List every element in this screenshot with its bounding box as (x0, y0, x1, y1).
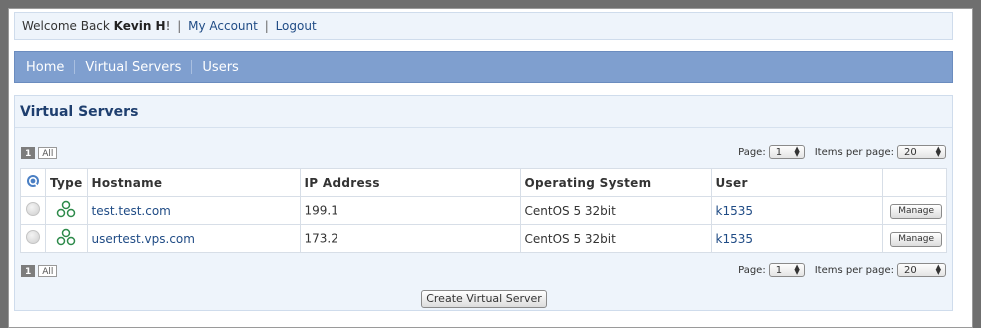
pager-bottom: 1 All Page: 1 ▲ ▼ Items per page: 20 ▲ ▼ (21, 263, 946, 279)
stepper-icon: ▲ ▼ (935, 145, 941, 158)
os-cell: CentOS 5 32bit (519, 196, 712, 225)
ip-address: 173.2 (304, 231, 339, 245)
column-header-actions (881, 168, 948, 197)
create-virtual-server-button[interactable]: Create Virtual Server (421, 290, 547, 308)
pager-controls: Page: 1 ▲ ▼ Items per page: 20 ▲ ▼ (738, 145, 946, 159)
column-header-operating-system: Operating System (519, 168, 712, 197)
page-all[interactable]: All (38, 264, 58, 277)
hostname-cell: usertest.vps.com (86, 224, 301, 253)
nav-home[interactable]: Home (26, 60, 64, 75)
page-label: Page: (738, 264, 766, 276)
panel-title: Virtual Servers (20, 104, 139, 120)
type-cell (45, 196, 88, 225)
column-header-user: User (710, 168, 883, 197)
page-select[interactable]: 1 ▲ ▼ (768, 263, 805, 277)
action-cell: Manage (881, 224, 948, 253)
refresh-header[interactable] (20, 168, 46, 197)
user-link[interactable]: k1535 (716, 232, 754, 246)
manage-button[interactable]: Manage (890, 204, 942, 219)
ip-address: 199.1 (304, 203, 339, 217)
per-page-select[interactable]: 20 ▲ ▼ (897, 263, 946, 277)
per-page-select[interactable]: 20 ▲ ▼ (897, 145, 946, 159)
table-row: usertest.vps.com 173.2 CentOS 5 32bit k1… (20, 224, 948, 253)
user-link[interactable]: k1535 (716, 204, 754, 218)
pager-controls: Page: 1 ▲ ▼ Items per page: 20 ▲ ▼ (738, 263, 946, 277)
manage-button[interactable]: Manage (890, 232, 942, 247)
page-label: Page: (738, 146, 766, 158)
stepper-icon: ▲ ▼ (794, 263, 800, 276)
ip-cell: 173.2 (299, 224, 521, 253)
ip-cell: 199.1 (299, 196, 521, 225)
my-account-link[interactable]: My Account (188, 19, 258, 33)
main-nav: Home Virtual Servers Users (14, 51, 953, 83)
pager-top: 1 All Page: 1 ▲ ▼ Items per page: 20 ▲ ▼ (21, 145, 946, 161)
page-number-current[interactable]: 1 (21, 264, 36, 277)
refresh-icon[interactable] (26, 174, 40, 188)
user-cell: k1535 (710, 196, 883, 225)
nav-separator (191, 60, 193, 74)
status-cell (20, 196, 46, 225)
hostname-link[interactable]: test.test.com (92, 204, 171, 218)
type-cell (45, 224, 88, 253)
status-dot (26, 230, 40, 244)
per-page-label: Items per page: (814, 146, 894, 158)
os-type-icon (57, 228, 76, 246)
nav-virtual-servers[interactable]: Virtual Servers (85, 60, 181, 75)
column-header-hostname: Hostname (86, 168, 301, 197)
stepper-icon: ▲ ▼ (935, 263, 941, 276)
separator: | (177, 19, 182, 33)
hostname-cell: test.test.com (86, 196, 301, 225)
redaction (336, 202, 397, 219)
per-page-select-value: 20 (904, 264, 917, 276)
page-select-value: 1 (775, 264, 783, 276)
table-header-row: Type Hostname IP Address Operating Syste… (20, 168, 948, 197)
user-cell: k1535 (710, 224, 883, 253)
hostname-link[interactable]: usertest.vps.com (92, 232, 195, 246)
table-row: test.test.com 199.1 CentOS 5 32bit k1535… (20, 196, 948, 225)
logout-link[interactable]: Logout (276, 19, 317, 33)
welcome-text: Welcome Back (22, 19, 110, 33)
per-page-label: Items per page: (814, 264, 894, 276)
os-cell: CentOS 5 32bit (519, 224, 712, 253)
panel-divider (15, 127, 952, 128)
status-cell (20, 224, 46, 253)
column-header-ip-address: IP Address (299, 168, 521, 197)
page-all[interactable]: All (38, 146, 58, 159)
page-select-value: 1 (775, 146, 783, 158)
action-cell: Manage (881, 196, 948, 225)
page-select[interactable]: 1 ▲ ▼ (768, 145, 805, 159)
separator: | (264, 19, 269, 33)
status-dot (26, 202, 40, 216)
welcome-bar: Welcome Back Kevin H! | My Account | Log… (14, 12, 953, 40)
nav-separator (74, 60, 76, 74)
user-name: Kevin H (113, 19, 166, 33)
page-number-current[interactable]: 1 (21, 146, 36, 159)
welcome-exclaim: ! (165, 19, 171, 33)
stepper-icon: ▲ ▼ (794, 145, 800, 158)
column-header-type: Type (45, 168, 88, 197)
redaction (336, 230, 397, 247)
per-page-select-value: 20 (904, 146, 917, 158)
os-type-icon (57, 200, 76, 218)
nav-users[interactable]: Users (202, 60, 238, 75)
servers-table: Type Hostname IP Address Operating Syste… (20, 168, 948, 253)
virtual-servers-panel: Virtual Servers 1 All Page: 1 ▲ ▼ Items pe… (14, 95, 953, 311)
